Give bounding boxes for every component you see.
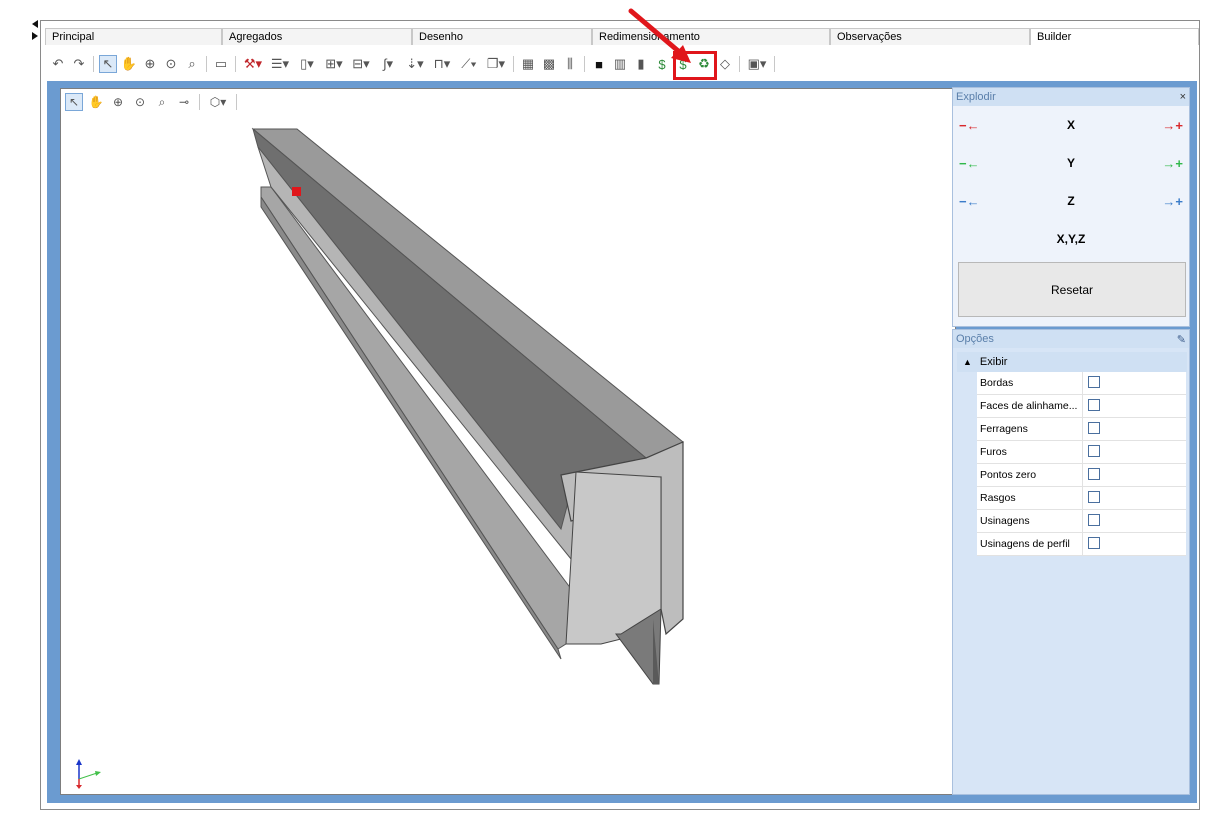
explode-x-row: −← X →+ [953, 106, 1189, 144]
option-label: Furos [977, 441, 1083, 463]
zoom-in-icon[interactable]: ⊕ [141, 55, 159, 73]
chevron-up-icon[interactable]: ▲ [963, 357, 972, 367]
opcoes-header: Opções ✎ [953, 330, 1189, 348]
option-row: Ferragens [977, 418, 1186, 441]
option-checkbox[interactable] [1088, 491, 1100, 503]
cube-icon[interactable]: ■ [590, 55, 608, 73]
option-checkbox[interactable] [1088, 514, 1100, 526]
pointer-arrow-icon [628, 8, 691, 63]
horizontal-division-icon[interactable]: ☰▾ [268, 55, 292, 73]
plane-icon[interactable]: ▭ [212, 55, 230, 73]
explodir-panel: Explodir × −← X →+ −← Y →+ −← Z →+ X,Y,Z… [952, 87, 1190, 327]
close-icon[interactable]: × [1180, 91, 1186, 103]
explode-xyz-button[interactable]: X,Y,Z [1057, 232, 1086, 246]
explode-y-row: −← Y →+ [953, 144, 1189, 182]
reset-button[interactable]: Resetar [958, 262, 1186, 317]
curve-icon[interactable]: ∫▾ [376, 55, 400, 73]
hardware-icon[interactable]: ⊞▾ [322, 55, 346, 73]
options-grid: Bordas Faces de alinhame... Ferragens Fu… [977, 372, 1186, 556]
opcoes-panel: Opções ✎ ▲ Exibir Bordas Faces de alinha… [952, 329, 1190, 795]
eraser-icon[interactable]: ◇ [716, 55, 734, 73]
option-checkbox[interactable] [1088, 422, 1100, 434]
drill-tool-icon[interactable]: ⚒▾ [241, 55, 265, 73]
option-checkbox[interactable] [1088, 468, 1100, 480]
tab-builder[interactable]: Builder [1030, 28, 1199, 45]
explode-y-plus-icon[interactable]: →+ [1162, 156, 1183, 171]
line-icon[interactable]: ⟋▾ [457, 55, 481, 73]
option-row: Usinagens de perfil [977, 533, 1186, 556]
opcoes-title: Opções [956, 333, 994, 345]
insert-icon[interactable]: ⇣▾ [403, 55, 427, 73]
grid-icon[interactable]: ▦ [519, 55, 537, 73]
option-checkbox[interactable] [1088, 399, 1100, 411]
option-label: Bordas [977, 372, 1083, 394]
profile-3d-model [251, 127, 684, 685]
explode-z-minus-icon[interactable]: −← [959, 194, 980, 209]
explode-z-plus-icon[interactable]: →+ [1162, 194, 1183, 209]
pin-icon[interactable]: ✎ [1177, 333, 1186, 346]
option-label: Usinagens [977, 510, 1083, 532]
option-row: Usinagens [977, 510, 1186, 533]
exibir-label: Exibir [979, 356, 1008, 368]
option-label: Usinagens de perfil [977, 533, 1083, 555]
tab-agregados[interactable]: Agregados [222, 28, 412, 45]
explodir-title: Explodir [956, 91, 996, 103]
axis-x-label: X [1066, 118, 1075, 132]
copy-icon[interactable]: ❐▾ [484, 55, 508, 73]
axis-z-label: Z [1067, 194, 1075, 208]
option-label: Pontos zero [977, 464, 1083, 486]
fitting-icon[interactable]: ⊟▾ [349, 55, 373, 73]
zoom-extents-icon[interactable]: ⊙ [162, 55, 180, 73]
window-layout-icon[interactable]: ▣▾ [745, 55, 769, 73]
tab-observacoes[interactable]: Observações [830, 28, 1030, 45]
vertical-division-icon[interactable]: ▯▾ [295, 55, 319, 73]
tab-desenho[interactable]: Desenho [412, 28, 592, 45]
main-window: Principal Agregados Desenho Redimensiona… [40, 8, 1200, 810]
explode-xyz-row: X,Y,Z [953, 220, 1189, 258]
pattern-icon[interactable]: ▩ [540, 55, 558, 73]
option-checkbox[interactable] [1088, 445, 1100, 457]
zoom-window-icon[interactable]: ⌕ [183, 55, 201, 73]
frame-icon[interactable]: ⊓▾ [430, 55, 454, 73]
columns-icon[interactable]: ⫼ [561, 55, 579, 73]
option-label: Ferragens [977, 418, 1083, 440]
redo-icon[interactable]: ↷ [70, 55, 88, 73]
explode-y-minus-icon[interactable]: −← [959, 156, 980, 171]
workspace: ↖ ✋ ⊕ ⊙ ⌕ ⊸ ⬡▾ Explodir × −← X →+ −← Y →… [47, 81, 1197, 803]
pan-hand-icon[interactable]: ✋ [120, 55, 138, 73]
tab-principal[interactable]: Principal [45, 28, 222, 45]
select-cursor-icon[interactable]: ↖ [99, 55, 117, 73]
red-marker [292, 187, 301, 196]
undo-icon[interactable]: ↶ [49, 55, 67, 73]
option-row: Bordas [977, 372, 1186, 395]
option-label: Faces de alinhame... [977, 395, 1083, 417]
explodir-header: Explodir × [953, 88, 1189, 106]
option-label: Rasgos [977, 487, 1083, 509]
explode-x-minus-icon[interactable]: −← [959, 118, 980, 133]
option-row: Faces de alinhame... [977, 395, 1186, 418]
explode-x-plus-icon[interactable]: →+ [1162, 118, 1183, 133]
side-collapse-arrows-icon[interactable] [30, 20, 40, 42]
explode-z-row: −← Z →+ [953, 182, 1189, 220]
axis-y-label: Y [1066, 156, 1075, 170]
axis-triad-icon [76, 759, 101, 789]
option-checkbox[interactable] [1088, 537, 1100, 549]
3d-viewport[interactable]: ↖ ✋ ⊕ ⊙ ⌕ ⊸ ⬡▾ [60, 88, 956, 795]
option-checkbox[interactable] [1088, 376, 1100, 388]
option-row: Rasgos [977, 487, 1186, 510]
exibir-group[interactable]: ▲ Exibir [957, 352, 1187, 372]
option-row: Furos [977, 441, 1186, 464]
option-row: Pontos zero [977, 464, 1186, 487]
